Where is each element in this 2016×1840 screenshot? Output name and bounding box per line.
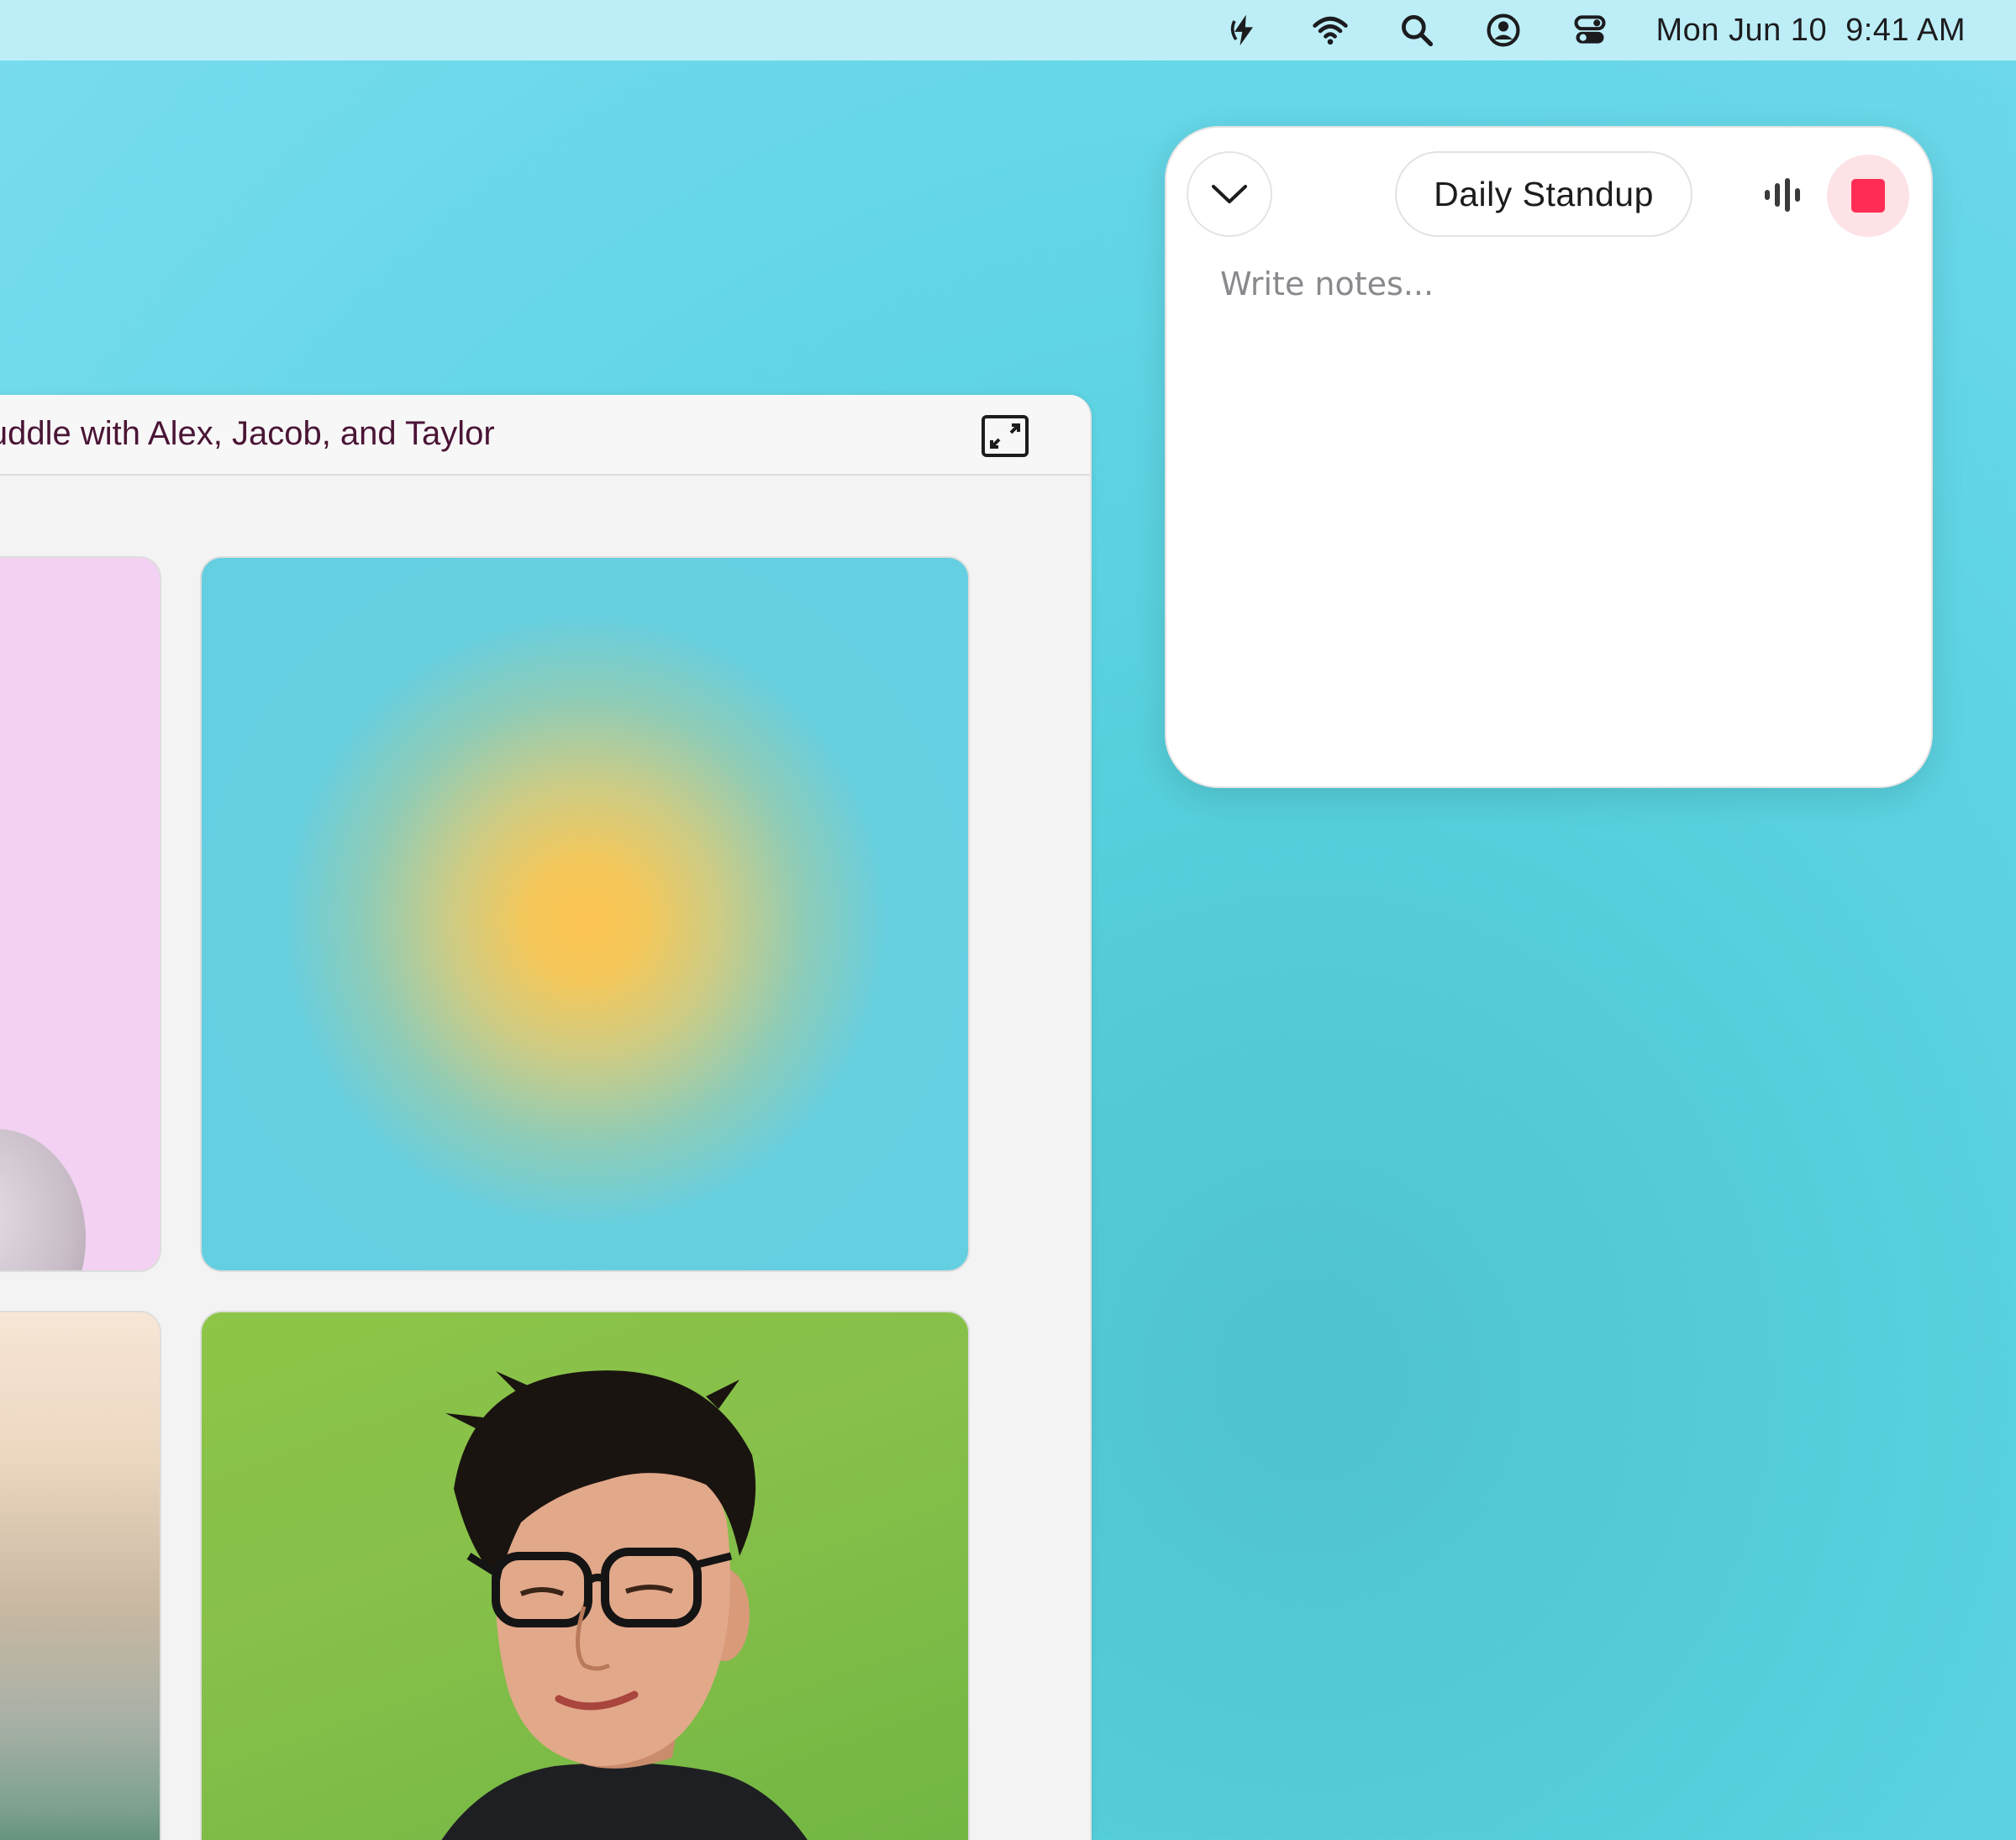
meeting-title: Daily Standup bbox=[1434, 174, 1654, 213]
meeting-title-pill[interactable]: Daily Standup bbox=[1395, 151, 1692, 237]
huddle-title: Huddle with Alex, Jacob, and Taylor bbox=[0, 415, 495, 452]
control-center-icon[interactable] bbox=[1570, 10, 1610, 50]
stop-icon bbox=[1851, 179, 1885, 213]
chevron-down-icon bbox=[1212, 185, 1247, 203]
huddle-header: Huddle with Alex, Jacob, and Taylor bbox=[0, 395, 1090, 476]
notes-popover: Daily Standup bbox=[1165, 126, 1933, 788]
stop-recording-button[interactable] bbox=[1827, 155, 1909, 237]
menu-bar: Mon Jun 10 9:41 AM bbox=[0, 0, 2016, 60]
huddle-window: Huddle with Alex, Jacob, and Taylor bbox=[0, 395, 1092, 1840]
expand-window-icon[interactable] bbox=[982, 415, 1029, 457]
bolt-icon[interactable] bbox=[1224, 10, 1264, 50]
menu-clock[interactable]: Mon Jun 10 9:41 AM bbox=[1656, 13, 1966, 49]
wifi-icon[interactable] bbox=[1310, 10, 1350, 50]
collapse-button[interactable] bbox=[1187, 151, 1272, 237]
participant-tile[interactable] bbox=[200, 556, 970, 1272]
search-icon[interactable] bbox=[1397, 10, 1437, 50]
participant-tile[interactable] bbox=[0, 556, 161, 1272]
participant-video bbox=[441, 1370, 808, 1840]
participant-tile[interactable] bbox=[200, 1311, 970, 1840]
participant-video bbox=[0, 1129, 86, 1270]
notes-input[interactable] bbox=[1220, 265, 1876, 736]
audio-waveform-icon[interactable] bbox=[1760, 171, 1807, 218]
user-account-icon[interactable] bbox=[1483, 10, 1524, 50]
participant-tile[interactable] bbox=[0, 1311, 161, 1840]
menu-time: 9:41 AM bbox=[1845, 12, 1966, 48]
menu-date: Mon Jun 10 bbox=[1655, 12, 1828, 48]
